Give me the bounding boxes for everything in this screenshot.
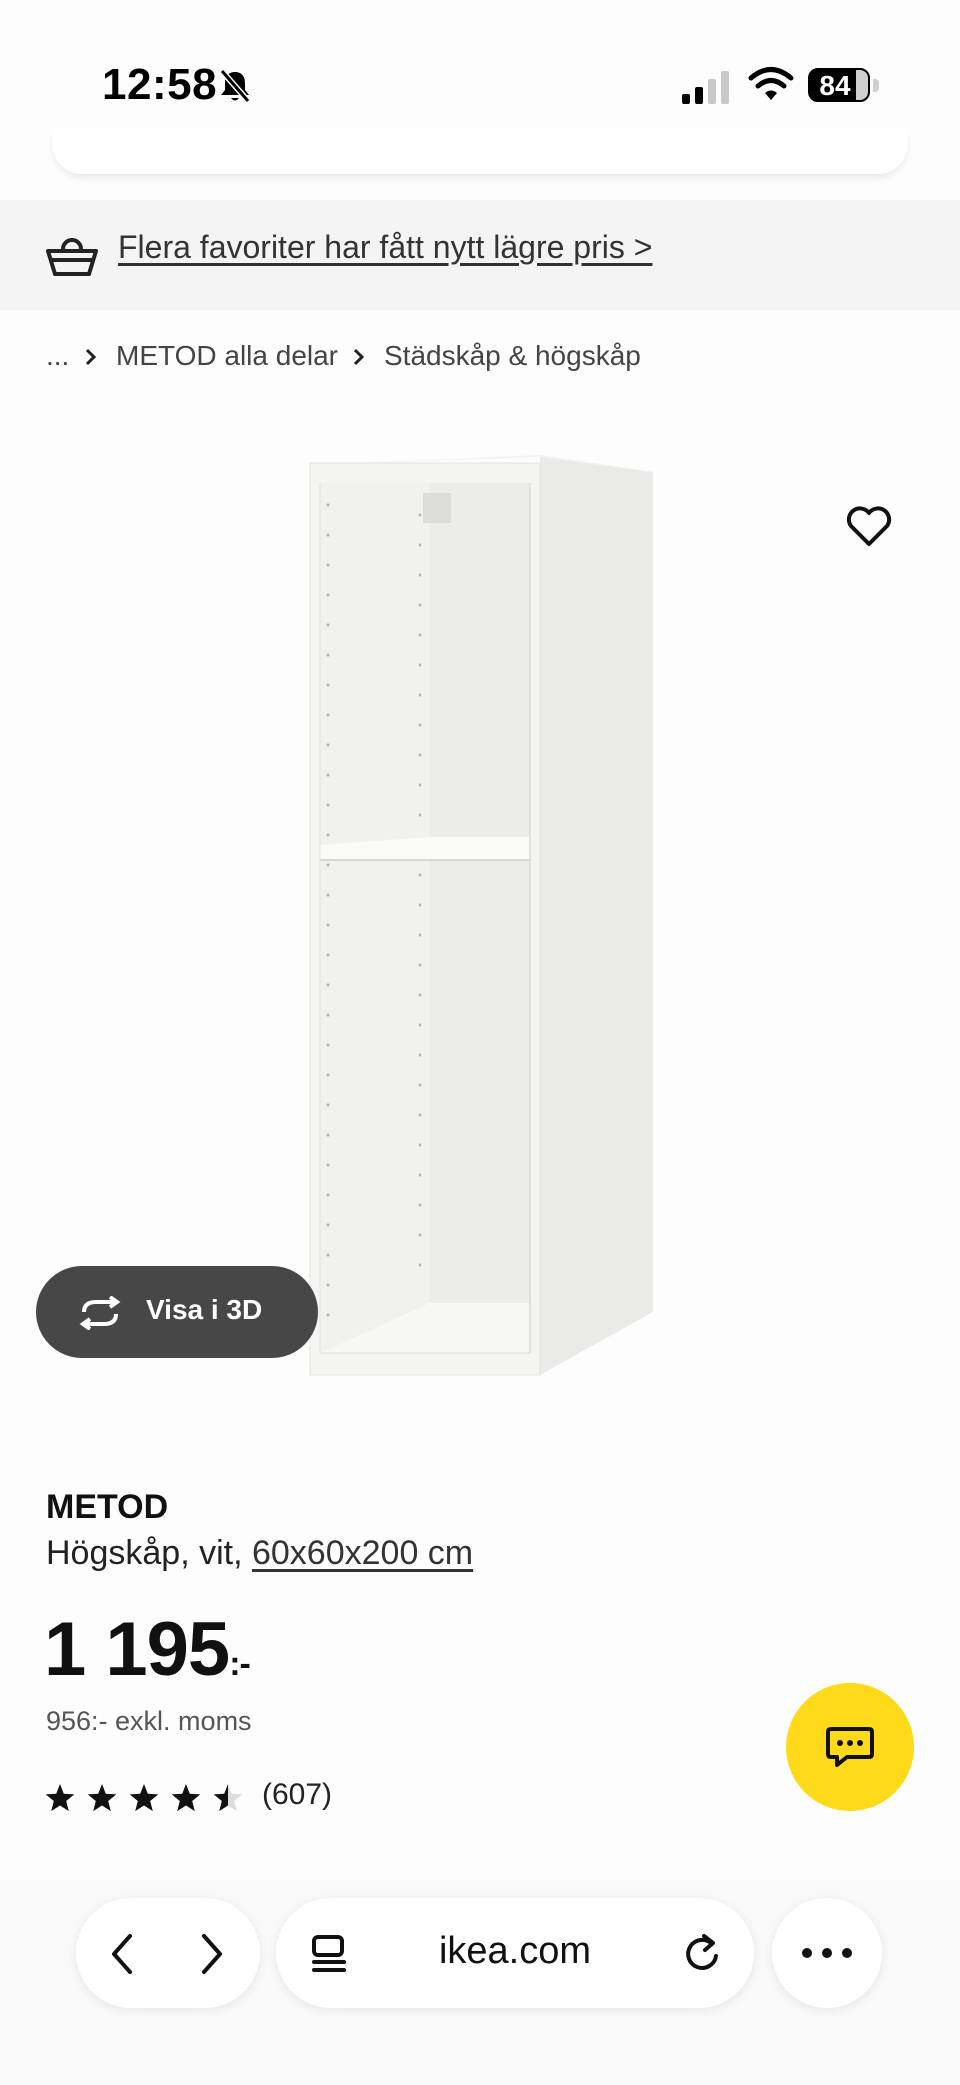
more-icon[interactable] — [800, 1946, 854, 1960]
more-pill[interactable] — [772, 1898, 882, 2008]
breadcrumb-ellipsis[interactable]: ... — [46, 340, 69, 372]
product-image[interactable] — [290, 445, 690, 1390]
review-count[interactable]: (607) — [262, 1778, 332, 1812]
reload-icon[interactable] — [682, 1932, 722, 1974]
star-icon — [213, 1784, 243, 1812]
rating-stars[interactable] — [44, 1782, 244, 1816]
view-3d-button[interactable]: Visa i 3D — [36, 1266, 318, 1358]
wifi-icon — [748, 67, 794, 100]
chevron-left-icon[interactable] — [106, 1932, 140, 1976]
promo-link[interactable]: Flera favoriter har fått nytt lägre pris… — [118, 229, 652, 266]
heart-icon[interactable] — [845, 504, 893, 548]
product-size-link[interactable]: 60x60x200 cm — [252, 1534, 473, 1572]
breadcrumb-metod-alla-delar[interactable]: METOD alla delar — [116, 340, 338, 372]
star-icon — [171, 1784, 201, 1812]
rotate-icon — [79, 1296, 121, 1330]
breadcrumb-stadskap-hogskap[interactable]: Städskåp & högskåp — [384, 340, 641, 372]
battery-icon: 84 — [808, 68, 880, 104]
view-3d-label: Visa i 3D — [146, 1294, 263, 1325]
star-icon — [45, 1784, 75, 1812]
product-description: Högskåp, vit, 60x60x200 cm — [46, 1534, 473, 1573]
chevron-right-icon[interactable] — [194, 1932, 228, 1976]
bell-slash-icon — [218, 68, 252, 104]
product-desc-text: Högskåp, vit, — [46, 1534, 252, 1572]
search-bar[interactable] — [52, 128, 908, 174]
signal-icon — [682, 71, 729, 104]
price-excl-vat: 956:- exkl. moms — [46, 1706, 252, 1736]
star-icon — [87, 1784, 117, 1812]
nav-pill — [76, 1898, 260, 2008]
chat-icon — [826, 1727, 874, 1767]
url-bar[interactable]: ikea.com — [276, 1898, 754, 2008]
product-price: 1 195:- — [44, 1606, 251, 1693]
chevron-right-icon — [353, 348, 365, 366]
basket-icon — [46, 238, 98, 276]
price-suffix: :- — [229, 1645, 251, 1683]
chevron-right-icon — [85, 348, 97, 366]
price-value: 1 195 — [44, 1607, 230, 1692]
star-icon — [129, 1784, 159, 1812]
chat-button[interactable] — [786, 1683, 914, 1811]
status-time: 12:58 — [102, 60, 218, 109]
product-name: METOD — [46, 1488, 169, 1526]
